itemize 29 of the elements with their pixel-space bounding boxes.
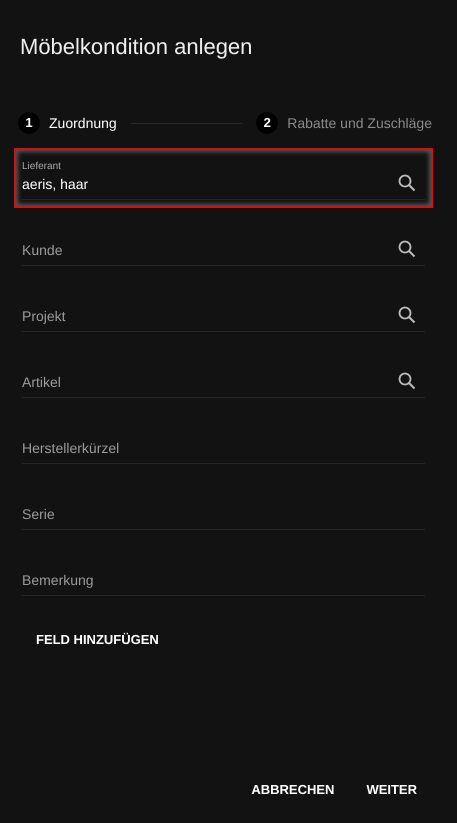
text-input[interactable]: aeris, haar — [22, 174, 393, 195]
stepper-step[interactable]: 2 Rabatte und Zuschläge — [256, 112, 432, 134]
search-icon[interactable] — [397, 305, 417, 325]
text-field[interactable]: Artikel — [14, 346, 433, 406]
text-field[interactable]: Projekt — [14, 280, 433, 340]
text-input[interactable]: Kunde — [22, 240, 393, 261]
cancel-button[interactable]: ABBRECHEN — [243, 772, 342, 807]
search-icon[interactable] — [397, 371, 417, 391]
text-field[interactable]: Lieferant aeris, haar — [14, 148, 433, 208]
next-button[interactable]: WEITER — [358, 772, 425, 807]
dialog-title: Möbelkondition anlegen — [20, 33, 254, 61]
text-input[interactable]: Bemerkung — [22, 570, 425, 591]
step-label: Zuordnung — [49, 114, 117, 133]
step-number: 2 — [256, 112, 278, 134]
text-input[interactable]: Artikel — [22, 372, 393, 393]
field-label: Lieferant — [22, 160, 62, 174]
text-field[interactable]: Herstellerkürzel — [14, 412, 433, 472]
text-input[interactable]: Serie — [22, 504, 425, 525]
text-field[interactable]: Bemerkung — [14, 544, 433, 604]
text-field[interactable]: Serie — [14, 478, 433, 538]
step-label: Rabatte und Zuschläge — [287, 114, 432, 133]
add-field-button[interactable]: FELD HINZUFÜGEN — [30, 624, 165, 656]
text-field[interactable]: Kunde — [14, 214, 433, 274]
step-number: 1 — [18, 112, 40, 134]
search-icon[interactable] — [397, 239, 417, 259]
text-input[interactable]: Projekt — [22, 306, 393, 327]
search-icon[interactable] — [397, 173, 417, 193]
stepper-step[interactable]: 1 Zuordnung — [18, 112, 117, 134]
text-input[interactable]: Herstellerkürzel — [22, 438, 425, 459]
